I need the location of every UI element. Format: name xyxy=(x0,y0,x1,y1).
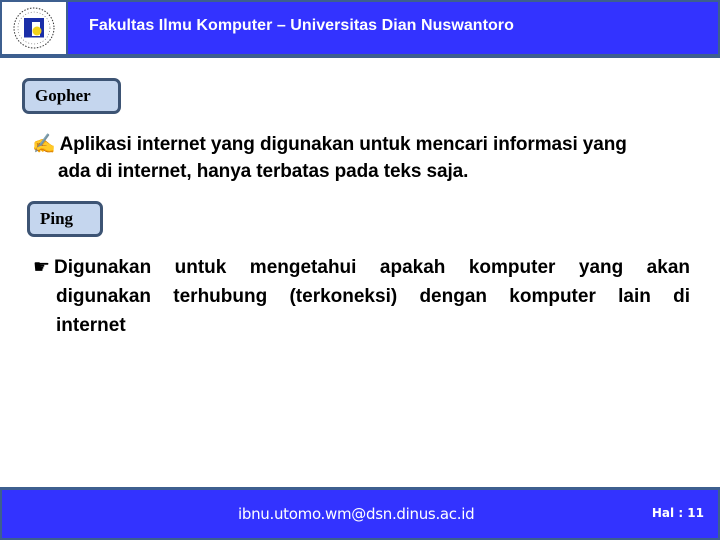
pointing-hand-icon: ☛ xyxy=(33,257,51,278)
footer-bar: ibnu.utomo.wm@dsn.dinus.ac.id Hal : 11 xyxy=(2,490,718,538)
ping-line-2: digunakan terhubung (terkoneksi) dengan … xyxy=(56,286,690,307)
university-seal-icon xyxy=(13,7,55,49)
writing-hand-icon: ✍ xyxy=(32,134,56,155)
title-bar: Fakultas Ilmu Komputer – Universitas Dia… xyxy=(68,2,718,54)
section-label-gopher: Gopher xyxy=(22,78,121,114)
section-label-ping: Ping xyxy=(27,201,103,237)
ping-line-3: internet xyxy=(56,315,126,336)
logo-box xyxy=(2,2,66,54)
gopher-line-1: ✍ Aplikasi internet yang digunakan untuk … xyxy=(32,131,702,158)
page-number: Hal : 11 xyxy=(651,506,704,520)
slide-footer: ibnu.utomo.wm@dsn.dinus.ac.id Hal : 11 xyxy=(0,487,720,540)
gopher-description: ✍ Aplikasi internet yang digunakan untuk … xyxy=(32,131,702,185)
gopher-text-1: Aplikasi internet yang digunakan untuk m… xyxy=(59,134,627,155)
slide-header: Fakultas Ilmu Komputer – Universitas Dia… xyxy=(0,0,720,58)
page-title: Fakultas Ilmu Komputer – Universitas Dia… xyxy=(89,17,514,34)
ping-text-1: Digunakan untuk mengetahui apakah komput… xyxy=(54,257,690,278)
gopher-line-2: ada di internet, hanya terbatas pada tek… xyxy=(58,161,469,182)
ping-line-1: ☛ Digunakan untuk mengetahui apakah kompu… xyxy=(33,253,690,282)
ping-description: ☛ Digunakan untuk mengetahui apakah kompu… xyxy=(33,253,690,340)
footer-email: ibnu.utomo.wm@dsn.dinus.ac.id xyxy=(238,505,475,523)
